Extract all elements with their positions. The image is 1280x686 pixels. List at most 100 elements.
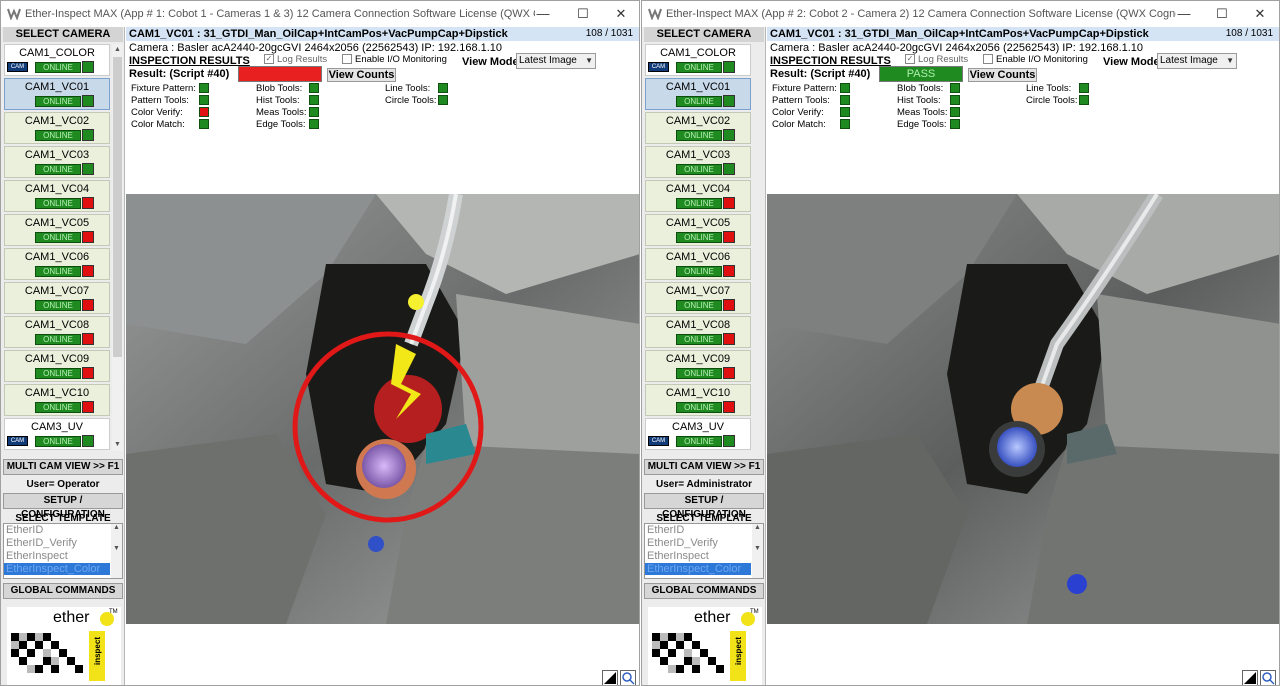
- online-badge: ONLINE: [676, 232, 722, 243]
- online-badge: ONLINE: [35, 368, 81, 379]
- result-indicator: PASS: [879, 66, 963, 82]
- checkbox-checked-icon[interactable]: ✓: [264, 54, 274, 65]
- camera-item-cam1-vc06[interactable]: CAM1_VC06 ONLINE: [645, 248, 751, 280]
- checkbox-checked-icon[interactable]: ✓: [905, 54, 915, 65]
- title-bar[interactable]: Ether-Inspect MAX (App # 1: Cobot 1 - Ca…: [1, 1, 639, 27]
- camera-item-cam1-vc09[interactable]: CAM1_VC09 ONLINE: [4, 350, 110, 382]
- meas-tools-label: Meas Tools:: [256, 107, 307, 118]
- log-results-checkbox[interactable]: ✓ Log Results: [905, 54, 968, 65]
- template-item[interactable]: EtherID_Verify: [647, 537, 751, 549]
- zoom-icon[interactable]: [1260, 670, 1276, 685]
- camera-info: Camera : Basler acA2440-20gcGVI 2464x205…: [129, 42, 503, 54]
- checkbox-empty-icon[interactable]: [342, 54, 352, 65]
- global-commands-button[interactable]: GLOBAL COMMANDS: [644, 583, 764, 599]
- camera-item-cam1-vc07[interactable]: CAM1_VC07 ONLINE: [4, 282, 110, 314]
- camera-item-cam1-vc05[interactable]: CAM1_VC05 ONLINE: [645, 214, 751, 246]
- global-commands-button[interactable]: GLOBAL COMMANDS: [3, 583, 123, 599]
- scroll-thumb[interactable]: [113, 57, 122, 357]
- camera-name: CAM1_VC05: [665, 217, 731, 229]
- contrast-icon[interactable]: [602, 670, 618, 685]
- camera-name: CAM1_VC07: [665, 285, 731, 297]
- hist-tools-indicator: [309, 95, 319, 105]
- camera-item-cam1-vc07[interactable]: CAM1_VC07 ONLINE: [645, 282, 751, 314]
- camera-item-cam1-vc09[interactable]: CAM1_VC09 ONLINE: [645, 350, 751, 382]
- camera-item-cam1-vc01[interactable]: CAM1_VC01 ONLINE: [645, 78, 751, 110]
- camera-item-cam3-uv[interactable]: CAM3_UV CAM ONLINE: [4, 418, 110, 450]
- blob-tools-indicator: [950, 83, 960, 93]
- camera-item-cam1-vc02[interactable]: CAM1_VC02 ONLINE: [645, 112, 751, 144]
- camera-item-cam1-vc10[interactable]: CAM1_VC10 ONLINE: [4, 384, 110, 416]
- title-bar[interactable]: Ether-Inspect MAX (App # 2: Cobot 2 - Ca…: [642, 1, 1279, 27]
- camera-list[interactable]: CAM1_COLOR CAM ONLINE CAM1_VC01 ONLINE C…: [644, 44, 753, 451]
- camera-item-cam1-vc06[interactable]: CAM1_VC06 ONLINE: [4, 248, 110, 280]
- camera-item-cam1-vc08[interactable]: CAM1_VC08 ONLINE: [645, 316, 751, 348]
- view-counts-button[interactable]: View Counts: [327, 68, 396, 82]
- camera-item-cam1-vc03[interactable]: CAM1_VC03 ONLINE: [4, 146, 110, 178]
- template-item[interactable]: EtherID_Verify: [6, 537, 110, 549]
- line-tools-label: Line Tools:: [1026, 83, 1072, 94]
- user-label: User= Operator: [26, 479, 100, 490]
- camera-item-cam1-vc04[interactable]: CAM1_VC04 ONLINE: [4, 180, 110, 212]
- line-tools-label: Line Tools:: [385, 83, 431, 94]
- camera-list[interactable]: CAM1_COLOR CAM ONLINE CAM1_VC01 ONLINE C…: [3, 44, 112, 451]
- inspection-image-view[interactable]: [126, 194, 639, 624]
- logo-side-text: inspect: [734, 637, 743, 666]
- camera-item-cam1-vc03[interactable]: CAM1_VC03 ONLINE: [645, 146, 751, 178]
- camera-item-cam1-vc08[interactable]: CAM1_VC08 ONLINE: [4, 316, 110, 348]
- maximize-button[interactable]: ☐: [1212, 4, 1232, 24]
- close-button[interactable]: ✕: [1250, 4, 1270, 24]
- checkbox-empty-icon[interactable]: [983, 54, 993, 65]
- camera-item-cam1-color[interactable]: CAM1_COLOR CAM ONLINE: [645, 44, 751, 76]
- camera-item-cam1-vc04[interactable]: CAM1_VC04 ONLINE: [645, 180, 751, 212]
- color-match-indicator: [199, 119, 209, 129]
- camera-name: CAM1_VC10: [665, 387, 731, 399]
- camera-name: CAM1_COLOR: [660, 47, 736, 59]
- maximize-button[interactable]: ☐: [573, 4, 593, 24]
- enable-io-checkbox[interactable]: Enable I/O Monitoring: [983, 54, 1088, 65]
- camera-item-cam1-vc05[interactable]: CAM1_VC05 ONLINE: [4, 214, 110, 246]
- template-list[interactable]: EtherID EtherID_Verify EtherInspect Ethe…: [3, 523, 123, 579]
- minimize-button[interactable]: —: [1174, 4, 1194, 24]
- camera-list-scrollbar[interactable]: ▲ ▼: [112, 44, 123, 451]
- scroll-up-icon[interactable]: ▲: [112, 44, 123, 56]
- template-item[interactable]: EtherInspect: [6, 550, 110, 562]
- log-results-checkbox[interactable]: ✓ Log Results: [264, 54, 327, 65]
- setup-configuration-button[interactable]: SETUP / CONFIGURATION: [644, 493, 764, 520]
- template-scrollbar[interactable]: ▲ ▼: [111, 524, 122, 578]
- camera-item-cam1-vc10[interactable]: CAM1_VC10 ONLINE: [645, 384, 751, 416]
- setup-configuration-button[interactable]: SETUP / CONFIGURATION: [3, 493, 123, 520]
- contrast-icon[interactable]: [1242, 670, 1258, 685]
- online-badge: ONLINE: [676, 436, 722, 447]
- status-indicator: [723, 435, 735, 447]
- template-item[interactable]: EtherID: [6, 524, 110, 536]
- multi-cam-view-button[interactable]: MULTI CAM VIEW >> F1: [644, 459, 764, 475]
- blob-tools-label: Blob Tools:: [256, 83, 303, 94]
- online-badge: ONLINE: [35, 334, 81, 345]
- color-verify-indicator: [199, 107, 209, 117]
- view-mode-select[interactable]: Latest Image ▼: [1157, 53, 1237, 69]
- camera-info: Camera : Basler acA2440-20gcGVI 2464x205…: [770, 42, 1144, 54]
- zoom-icon[interactable]: [620, 670, 636, 685]
- camera-item-cam3-uv[interactable]: CAM3_UV CAM ONLINE: [645, 418, 751, 450]
- minimize-button[interactable]: —: [533, 4, 553, 24]
- template-scrollbar[interactable]: ▲ ▼: [752, 524, 763, 578]
- camera-item-cam1-vc02[interactable]: CAM1_VC02 ONLINE: [4, 112, 110, 144]
- template-item[interactable]: EtherInspect: [647, 550, 751, 562]
- camera-item-cam1-vc01[interactable]: CAM1_VC01 ONLINE: [4, 78, 110, 110]
- template-item-selected[interactable]: EtherInspect_Color: [4, 563, 110, 575]
- scroll-down-icon[interactable]: ▼: [112, 439, 123, 451]
- meas-tools-indicator: [950, 107, 960, 117]
- view-counts-button[interactable]: View Counts: [968, 68, 1037, 82]
- close-button[interactable]: ✕: [611, 4, 631, 24]
- job-title-text: CAM1_VC01 : 31_GTDI_Man_OilCap+IntCamPos…: [770, 28, 1149, 40]
- view-mode-select[interactable]: Latest Image ▼: [516, 53, 596, 69]
- camera-item-cam1-color[interactable]: CAM1_COLOR CAM ONLINE: [4, 44, 110, 76]
- template-item-selected[interactable]: EtherInspect_Color: [645, 563, 751, 575]
- enable-io-checkbox[interactable]: Enable I/O Monitoring: [342, 54, 447, 65]
- template-list[interactable]: EtherID EtherID_Verify EtherInspect Ethe…: [644, 523, 764, 579]
- edge-tools-label: Edge Tools:: [256, 119, 306, 130]
- online-badge: ONLINE: [35, 198, 81, 209]
- multi-cam-view-button[interactable]: MULTI CAM VIEW >> F1: [3, 459, 123, 475]
- template-item[interactable]: EtherID: [647, 524, 751, 536]
- inspection-image-view[interactable]: [767, 194, 1279, 624]
